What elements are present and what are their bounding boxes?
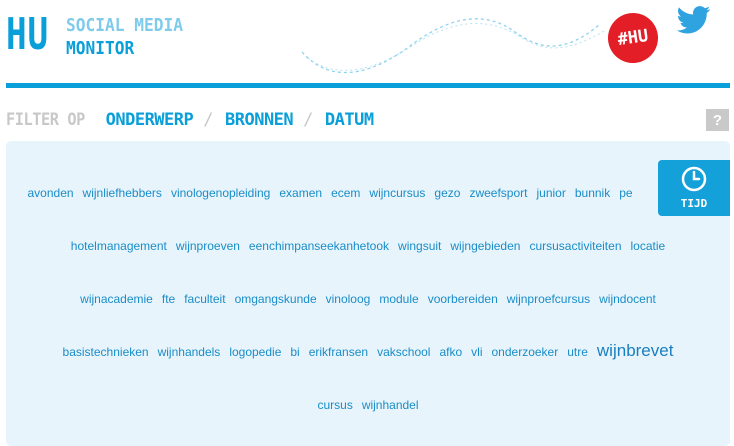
word-cloud-term[interactable]: wijncursus [369, 186, 425, 200]
word-cloud-panel: avonden wijnliefhebbers vinologenopleidi… [6, 141, 730, 446]
word-cloud-row: hotelmanagement wijnproeven eenchimpanse… [6, 239, 730, 253]
word-cloud-term[interactable]: pe [619, 186, 632, 200]
filter-separator: / [203, 110, 213, 130]
word-cloud-term[interactable]: ecem [331, 186, 360, 200]
help-button[interactable]: ? [706, 109, 729, 131]
word-cloud-term[interactable]: faculteit [184, 292, 225, 306]
filter-bar: FILTER OP ONDERWERP / BRONNEN / DATUM [6, 108, 374, 132]
filter-bronnen-link[interactable]: BRONNEN [225, 110, 294, 130]
word-cloud-term[interactable]: zweefsport [469, 186, 527, 200]
header-divider [6, 83, 730, 88]
word-cloud-term[interactable]: eenchimpanseekanhetook [249, 239, 389, 253]
word-cloud-term[interactable]: cursusactiviteiten [529, 239, 621, 253]
clock-icon [681, 166, 707, 192]
word-cloud-term[interactable]: cursus [317, 398, 352, 412]
word-cloud-term[interactable]: wijnhandel [362, 398, 419, 412]
tijd-label: TIJD [680, 197, 708, 210]
word-cloud-term[interactable]: voorbereiden [428, 292, 498, 306]
dotted-wave-decoration [301, 18, 607, 74]
twitter-bird-icon[interactable] [676, 6, 712, 34]
word-cloud-term[interactable]: wijngebieden [450, 239, 520, 253]
word-cloud-term[interactable]: wijnliefhebbers [83, 186, 162, 200]
filter-onderwerp-link[interactable]: ONDERWERP [106, 110, 194, 130]
word-cloud-term[interactable]: vakschool [377, 345, 430, 359]
word-cloud-term[interactable]: vli [471, 345, 482, 359]
word-cloud-term[interactable]: avonden [28, 186, 74, 200]
logo-title-line2: MONITOR [66, 38, 135, 59]
word-cloud-row: wijnacademie fte faculteit omgangskunde … [6, 292, 730, 306]
filter-separator: / [303, 110, 313, 130]
word-cloud-term[interactable]: junior [536, 186, 565, 200]
word-cloud-term[interactable]: gezo [434, 186, 460, 200]
word-cloud-term[interactable]: omgangskunde [235, 292, 317, 306]
hashtag-hu-badge[interactable]: #HU [604, 9, 662, 67]
word-cloud-term-emphasized[interactable]: wijnbrevet [597, 341, 674, 361]
app-header: HU SOCIAL MEDIA MONITOR #HU [0, 0, 734, 92]
logo-title-line1: SOCIAL MEDIA [66, 15, 184, 36]
word-cloud-term[interactable]: afko [439, 345, 462, 359]
word-cloud-term[interactable]: module [379, 292, 418, 306]
word-cloud-term[interactable]: bunnik [575, 186, 610, 200]
word-cloud-row: avonden wijnliefhebbers vinologenopleidi… [6, 186, 730, 200]
word-cloud-term[interactable]: wijndocent [599, 292, 656, 306]
filter-datum-link[interactable]: DATUM [325, 110, 374, 130]
word-cloud-term[interactable]: onderzoeker [492, 345, 559, 359]
word-cloud-term[interactable]: logopedie [229, 345, 281, 359]
word-cloud-term[interactable]: wijnacademie [80, 292, 153, 306]
word-cloud-row: basistechnieken wijnhandels logopedie bi… [6, 341, 730, 361]
word-cloud-term[interactable]: erikfransen [309, 345, 368, 359]
word-cloud-term[interactable]: fte [162, 292, 175, 306]
word-cloud-term[interactable]: hotelmanagement [71, 239, 167, 253]
filter-label: FILTER OP [6, 110, 85, 130]
word-cloud-term[interactable]: bi [290, 345, 299, 359]
word-cloud-term[interactable]: wingsuit [398, 239, 441, 253]
word-cloud-term[interactable]: wijnproeven [176, 239, 240, 253]
word-cloud-term[interactable]: locatie [631, 239, 666, 253]
logo-mark: HU [6, 9, 49, 60]
word-cloud-term[interactable]: vinologenopleiding [171, 186, 270, 200]
word-cloud-term[interactable]: utre [567, 345, 588, 359]
word-cloud-term[interactable]: wijnproefcursus [507, 292, 590, 306]
word-cloud-term[interactable]: basistechnieken [63, 345, 149, 359]
word-cloud-term[interactable]: vinoloog [326, 292, 371, 306]
word-cloud-row: cursus wijnhandel [6, 398, 730, 412]
word-cloud-term[interactable]: examen [279, 186, 322, 200]
word-cloud-term[interactable]: wijnhandels [158, 345, 221, 359]
tijd-button[interactable]: TIJD [658, 160, 730, 216]
